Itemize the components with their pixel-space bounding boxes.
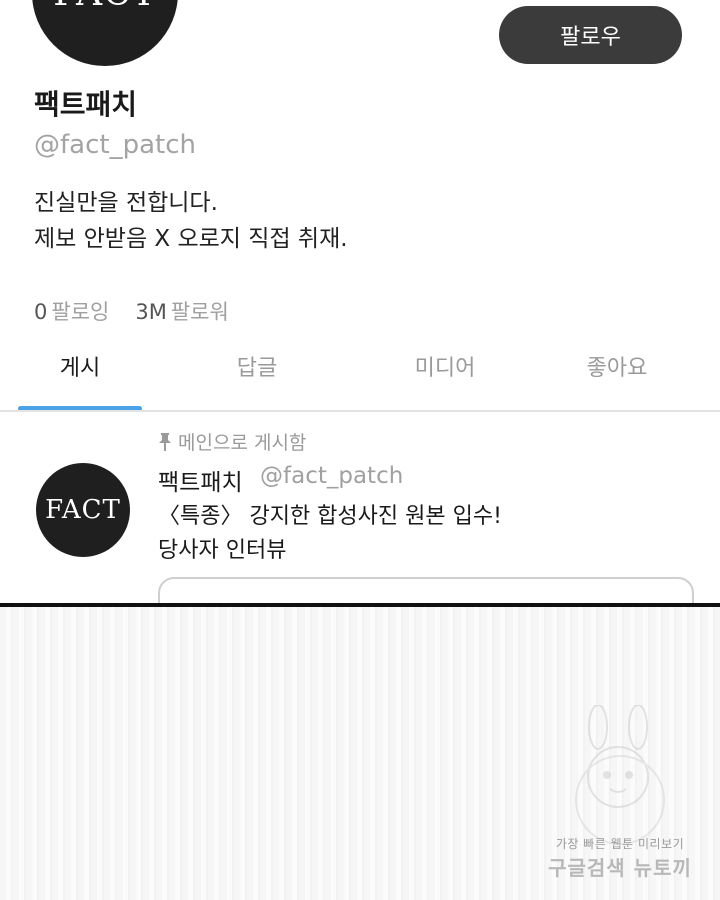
tab-replies[interactable]: 답글 [196, 350, 318, 412]
tab-posts[interactable]: 게시 [18, 350, 142, 412]
post-avatar-text: FACT [45, 495, 121, 525]
following-label: 팔로잉 [51, 300, 110, 324]
bio-line: 진실만을 전합니다. [34, 190, 218, 216]
bio-line: 제보 안받음 X 오로지 직접 취재. [34, 226, 348, 252]
followers-stat[interactable]: 3M 팔로워 [135, 296, 228, 326]
followers-count: 3M [135, 300, 167, 324]
bunny-mascot-icon [575, 705, 665, 845]
profile-tabs: 게시 답글 미디어 좋아요 [0, 350, 720, 412]
follow-button[interactable]: 팔로우 [499, 6, 682, 64]
post-text-line: 〈특종〉 강지한 합성사진 원본 입수! [158, 504, 502, 529]
post-author-handle: @fact_patch [260, 463, 404, 489]
tab-media[interactable]: 미디어 [384, 350, 506, 412]
profile-display-name: 팩트패치 [34, 88, 138, 121]
post-text-line: 당사자 인터뷰 [158, 538, 287, 563]
profile-avatar[interactable]: FACT [32, 0, 178, 66]
pin-icon [159, 432, 171, 451]
watermark: 가장 빠른 웹툰 미리보기 구글검색 뉴토끼 [540, 705, 700, 885]
profile-stats: 0 팔로잉 3M 팔로워 [34, 296, 229, 326]
watermark-title: 구글검색 뉴토끼 [548, 856, 692, 880]
pinned-label: 메인으로 게시함 [178, 432, 307, 454]
post-media-card[interactable] [158, 577, 694, 605]
pinned-indicator: 메인으로 게시함 [158, 428, 306, 455]
post-text[interactable]: 〈특종〉 강지한 합성사진 원본 입수! 당사자 인터뷰 [158, 500, 502, 568]
followers-label: 팔로워 [170, 300, 229, 324]
tab-likes[interactable]: 좋아요 [556, 350, 678, 412]
profile-avatar-text: FACT [32, 0, 178, 14]
tabs-divider [0, 410, 720, 412]
watermark-caption: 가장 빠른 웹툰 미리보기 [555, 837, 685, 851]
following-stat[interactable]: 0 팔로잉 [34, 296, 109, 326]
profile-panel: FACT 팔로우 팩트패치 @fact_patch 진실만을 전합니다. 제보 … [0, 0, 720, 605]
post-avatar[interactable]: FACT [36, 463, 130, 557]
profile-bio: 진실만을 전합니다. 제보 안받음 X 오로지 직접 취재. [34, 185, 348, 257]
post-author-name[interactable]: 팩트패치 [158, 463, 243, 497]
following-count: 0 [34, 300, 48, 324]
profile-handle: @fact_patch [34, 130, 196, 160]
